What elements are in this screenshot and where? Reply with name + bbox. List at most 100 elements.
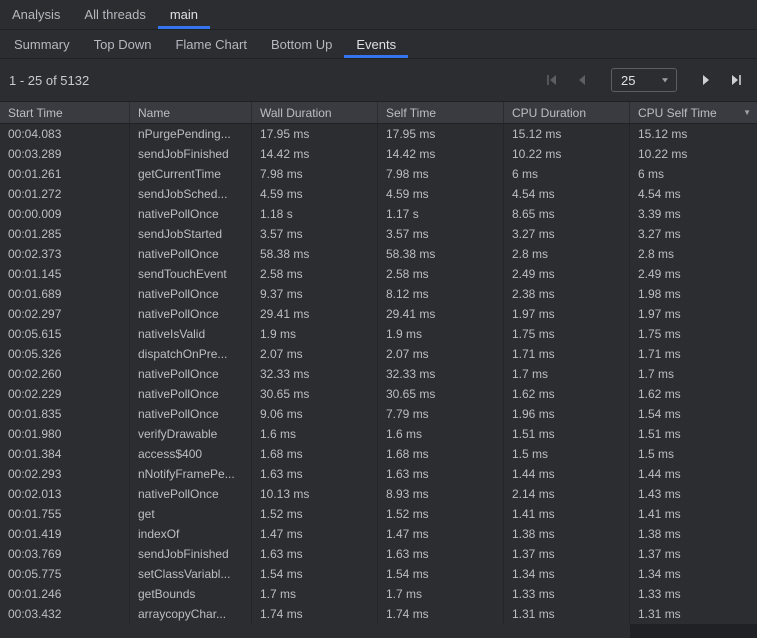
table-cell: 00:01.755: [0, 504, 130, 524]
table-cell: 1.97 ms: [630, 304, 757, 324]
tab-analysis[interactable]: Analysis: [0, 0, 72, 29]
next-page-button[interactable]: [695, 69, 717, 91]
table-cell: 1.5 ms: [630, 444, 757, 464]
table-row[interactable]: 00:05.326dispatchOnPre...2.07 ms2.07 ms1…: [0, 344, 757, 364]
tab-events[interactable]: Events: [344, 30, 408, 58]
table-row[interactable]: 00:01.272sendJobSched...4.59 ms4.59 ms4.…: [0, 184, 757, 204]
table-row[interactable]: 00:01.261getCurrentTime7.98 ms7.98 ms6 m…: [0, 164, 757, 184]
last-page-button[interactable]: [725, 69, 747, 91]
table-row[interactable]: 00:02.297nativePollOnce29.41 ms29.41 ms1…: [0, 304, 757, 324]
table-cell: sendTouchEvent: [130, 264, 252, 284]
horizontal-scrollbar-track[interactable]: [0, 624, 757, 638]
column-header-start-time[interactable]: Start Time: [0, 102, 130, 123]
column-header-self-time[interactable]: Self Time: [378, 102, 504, 123]
table-cell: 3.57 ms: [378, 224, 504, 244]
table-row[interactable]: 00:01.755get1.52 ms1.52 ms1.41 ms1.41 ms: [0, 504, 757, 524]
table-row[interactable]: 00:03.432arraycopyChar...1.74 ms1.74 ms1…: [0, 604, 757, 624]
table-row[interactable]: 00:01.419indexOf1.47 ms1.47 ms1.38 ms1.3…: [0, 524, 757, 544]
table-row[interactable]: 00:01.285sendJobStarted3.57 ms3.57 ms3.2…: [0, 224, 757, 244]
table-cell: 8.93 ms: [378, 484, 504, 504]
table-row[interactable]: 00:01.384access$4001.68 ms1.68 ms1.5 ms1…: [0, 444, 757, 464]
tab-bottom-up[interactable]: Bottom Up: [259, 30, 344, 58]
page-size-select[interactable]: 25: [611, 68, 677, 92]
table-row[interactable]: 00:02.260nativePollOnce32.33 ms32.33 ms1…: [0, 364, 757, 384]
table-cell: 1.41 ms: [504, 504, 630, 524]
tab-summary[interactable]: Summary: [2, 30, 82, 58]
table-row[interactable]: 00:05.615nativeIsValid1.9 ms1.9 ms1.75 m…: [0, 324, 757, 344]
table-cell: 2.07 ms: [252, 344, 378, 364]
table-cell: 00:02.293: [0, 464, 130, 484]
table-cell: 1.6 ms: [378, 424, 504, 444]
table-cell: 3.39 ms: [630, 204, 757, 224]
thread-tabs: AnalysisAll threadsmain: [0, 0, 757, 30]
table-cell: 1.68 ms: [378, 444, 504, 464]
table-row[interactable]: 00:01.145sendTouchEvent2.58 ms2.58 ms2.4…: [0, 264, 757, 284]
table-row[interactable]: 00:03.289sendJobFinished14.42 ms14.42 ms…: [0, 144, 757, 164]
table-cell: 1.9 ms: [378, 324, 504, 344]
table-cell: 8.65 ms: [504, 204, 630, 224]
tab-main[interactable]: main: [158, 0, 210, 29]
first-page-button[interactable]: [541, 69, 563, 91]
table-row[interactable]: 00:00.009nativePollOnce1.18 s1.17 s8.65 …: [0, 204, 757, 224]
table-cell: 00:01.419: [0, 524, 130, 544]
table-cell: 58.38 ms: [378, 244, 504, 264]
table-cell: 2.8 ms: [504, 244, 630, 264]
table-cell: nativePollOnce: [130, 364, 252, 384]
table-cell: 15.12 ms: [630, 124, 757, 144]
table-cell: 10.13 ms: [252, 484, 378, 504]
table-cell: 1.47 ms: [378, 524, 504, 544]
table-cell: 1.52 ms: [378, 504, 504, 524]
table-row[interactable]: 00:01.689nativePollOnce9.37 ms8.12 ms2.3…: [0, 284, 757, 304]
table-row[interactable]: 00:01.835nativePollOnce9.06 ms7.79 ms1.9…: [0, 404, 757, 424]
table-row[interactable]: 00:04.083nPurgePending...17.95 ms17.95 m…: [0, 124, 757, 144]
column-header-cpu-self-time[interactable]: CPU Self Time▼: [630, 102, 757, 123]
tab-flame-chart[interactable]: Flame Chart: [163, 30, 259, 58]
table-cell: 1.96 ms: [504, 404, 630, 424]
table-cell: 29.41 ms: [252, 304, 378, 324]
table-cell: 30.65 ms: [252, 384, 378, 404]
table-cell: 00:02.013: [0, 484, 130, 504]
table-cell: 1.62 ms: [504, 384, 630, 404]
table-row[interactable]: 00:01.246getBounds1.7 ms1.7 ms1.33 ms1.3…: [0, 584, 757, 604]
first-page-icon: [544, 72, 560, 88]
table-row[interactable]: 00:05.775setClassVariabl...1.54 ms1.54 m…: [0, 564, 757, 584]
column-label: CPU Duration: [512, 106, 586, 120]
view-tabs: SummaryTop DownFlame ChartBottom UpEvent…: [0, 30, 757, 59]
table-cell: 1.74 ms: [252, 604, 378, 624]
table-cell: 00:03.289: [0, 144, 130, 164]
table-cell: indexOf: [130, 524, 252, 544]
table-cell: 2.14 ms: [504, 484, 630, 504]
tab-all-threads[interactable]: All threads: [72, 0, 157, 29]
column-label: Wall Duration: [260, 106, 332, 120]
table-cell: 1.31 ms: [504, 604, 630, 624]
table-cell: 4.59 ms: [378, 184, 504, 204]
table-cell: 1.31 ms: [630, 604, 757, 624]
table-cell: 00:01.689: [0, 284, 130, 304]
table-cell: 9.06 ms: [252, 404, 378, 424]
table-row[interactable]: 00:03.769sendJobFinished1.63 ms1.63 ms1.…: [0, 544, 757, 564]
table-cell: 1.97 ms: [504, 304, 630, 324]
table-cell: 1.52 ms: [252, 504, 378, 524]
table-row[interactable]: 00:02.229nativePollOnce30.65 ms30.65 ms1…: [0, 384, 757, 404]
table-header-row: Start TimeName Wall Duration Self Time CPU …: [0, 101, 757, 124]
tab-top-down[interactable]: Top Down: [82, 30, 164, 58]
table-row[interactable]: 00:02.373nativePollOnce58.38 ms58.38 ms2…: [0, 244, 757, 264]
table-cell: 1.37 ms: [630, 544, 757, 564]
table-cell: setClassVariabl...: [130, 564, 252, 584]
column-header-cpu-duration[interactable]: CPU Duration: [504, 102, 630, 123]
column-header-wall-duration[interactable]: Wall Duration: [252, 102, 378, 123]
table-row[interactable]: 00:01.980verifyDrawable1.6 ms1.6 ms1.51 …: [0, 424, 757, 444]
table-cell: 2.49 ms: [504, 264, 630, 284]
table-cell: 00:01.261: [0, 164, 130, 184]
table-cell: 4.54 ms: [504, 184, 630, 204]
table-row[interactable]: 00:02.013nativePollOnce10.13 ms8.93 ms2.…: [0, 484, 757, 504]
table-row[interactable]: 00:02.293nNotifyFramePe...1.63 ms1.63 ms…: [0, 464, 757, 484]
table-cell: getBounds: [130, 584, 252, 604]
table-cell: access$400: [130, 444, 252, 464]
table-cell: 32.33 ms: [378, 364, 504, 384]
prev-page-button[interactable]: [571, 69, 593, 91]
column-header-name[interactable]: Name: [130, 102, 252, 123]
table-cell: 4.59 ms: [252, 184, 378, 204]
table-cell: nativePollOnce: [130, 284, 252, 304]
table-cell: 00:01.145: [0, 264, 130, 284]
